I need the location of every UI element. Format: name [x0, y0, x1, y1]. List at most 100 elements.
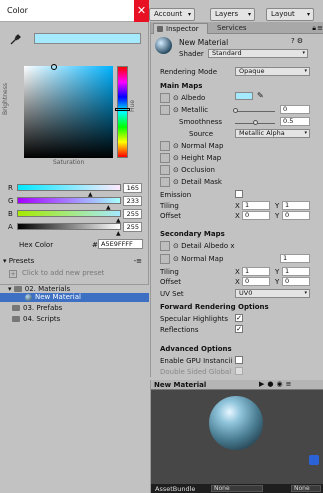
- tab-inspector[interactable]: Inspector: [153, 23, 208, 34]
- detail-mask-text: Detail Mask: [181, 178, 222, 186]
- assetbundle-variant-dropdown[interactable]: None: [291, 485, 321, 492]
- inspector-icon: [157, 26, 163, 32]
- assetbundle-bar: AssetBundle None None: [151, 484, 323, 493]
- green-slider[interactable]: [17, 197, 121, 204]
- add-preset-icon[interactable]: +: [9, 270, 17, 278]
- offset2-y-label: Y: [275, 278, 280, 286]
- saturation-brightness-field[interactable]: [24, 66, 113, 158]
- add-preset-text[interactable]: Click to add new preset: [22, 269, 104, 277]
- normal-map-label: ⊙ Normal Map: [173, 142, 224, 150]
- tiling-y-field[interactable]: 1: [282, 201, 310, 210]
- hue-marker[interactable]: [115, 108, 130, 111]
- smoothness-slider-knob[interactable]: [253, 120, 258, 125]
- sphere-icon[interactable]: ●: [267, 380, 276, 388]
- material-preview-sphere[interactable]: [209, 396, 263, 450]
- source-dropdown[interactable]: Metallic Alpha ▾: [235, 129, 310, 138]
- uv-set-value: UV0: [239, 289, 253, 297]
- detail-albedo-label: ⊙ Detail Albedo x: [173, 242, 235, 250]
- metallic-texture-slot[interactable]: [160, 105, 170, 115]
- caret-down-icon: ▾: [304, 68, 307, 74]
- offset-y-label: Y: [275, 212, 280, 220]
- hex-input[interactable]: A5E9FFFF: [98, 239, 143, 249]
- light-icon[interactable]: ◉: [277, 380, 286, 388]
- sv-cursor[interactable]: [51, 64, 57, 70]
- offset2-x-label: X: [235, 278, 240, 286]
- tiling2-x-label: X: [235, 268, 240, 276]
- assetbundle-name-dropdown[interactable]: None: [211, 485, 263, 492]
- height-map-slot[interactable]: [160, 153, 170, 163]
- blue-slider[interactable]: [17, 210, 121, 217]
- alpha-slider[interactable]: [17, 223, 121, 230]
- caret-down-icon: ▾: [304, 290, 307, 296]
- color-picker-titlebar: Color ✕: [0, 0, 149, 22]
- albedo-color-swatch[interactable]: [235, 92, 253, 100]
- presets-foldout[interactable]: ▾ Presets: [3, 257, 146, 265]
- tree-item-label: New Material: [35, 293, 81, 301]
- metallic-value[interactable]: 0: [280, 105, 310, 114]
- offset-label: Offset: [160, 212, 182, 220]
- material-preview-panel: New Material ▶●◉≡ AssetBundle None None: [150, 380, 323, 493]
- albedo-texture-slot[interactable]: [160, 93, 170, 103]
- detail-mask-slot[interactable]: [160, 177, 170, 187]
- green-value-field[interactable]: 233: [123, 196, 142, 206]
- offset-y-field[interactable]: 0: [282, 211, 310, 220]
- layers-dropdown[interactable]: Layers ▾: [210, 8, 255, 21]
- specular-highlights-checkbox[interactable]: ✓: [235, 314, 243, 322]
- offset-x-field[interactable]: 0: [242, 211, 270, 220]
- project-tree: ▾ 02. Materials New Material 03. Prefabs…: [0, 284, 149, 493]
- metallic-slider-knob[interactable]: [233, 108, 238, 113]
- panel-menu-icon[interactable]: ≡: [317, 24, 323, 32]
- uv-set-label: UV Set: [160, 290, 184, 298]
- tab-services[interactable]: Services: [217, 24, 247, 32]
- blue-label: B: [8, 210, 13, 218]
- tree-item-scripts[interactable]: 04. Scripts: [12, 315, 60, 324]
- tiling2-y-label: Y: [275, 268, 280, 276]
- red-value-field[interactable]: 165: [123, 183, 142, 193]
- red-label: R: [8, 184, 13, 192]
- presets-menu-button[interactable]: -≡: [134, 257, 142, 265]
- tree-item-prefabs[interactable]: 03. Prefabs: [12, 304, 62, 313]
- hue-slider[interactable]: [117, 66, 128, 158]
- tiling-x-field[interactable]: 1: [242, 201, 270, 210]
- shader-value: Standard: [212, 49, 242, 57]
- tree-item-new-material[interactable]: New Material: [0, 293, 149, 302]
- shader-dropdown[interactable]: Standard ▾: [208, 49, 308, 58]
- rendering-mode-label: Rendering Mode: [160, 68, 218, 76]
- red-slider[interactable]: [17, 184, 121, 191]
- metallic-slider[interactable]: [235, 111, 275, 112]
- preview-header: New Material ▶●◉≡: [151, 380, 323, 390]
- smoothness-value[interactable]: 0.5: [280, 117, 310, 126]
- detail-albedo-slot[interactable]: [160, 241, 170, 251]
- secondary-normal-scale[interactable]: 1: [280, 254, 310, 263]
- eyedropper-icon[interactable]: [9, 34, 21, 46]
- caret-down-icon: ▾: [247, 11, 251, 18]
- emission-checkbox[interactable]: [235, 190, 243, 198]
- color-preview-swatch: [34, 33, 141, 44]
- foldout-arrow-icon: ▾: [8, 285, 12, 293]
- tiling2-y-field[interactable]: 1: [282, 267, 310, 276]
- uv-set-dropdown[interactable]: UV0 ▾: [235, 289, 310, 298]
- gpu-instancing-checkbox[interactable]: [235, 356, 243, 364]
- hue-label: Hue: [129, 99, 136, 112]
- eyedropper-icon[interactable]: ✎: [257, 91, 264, 100]
- rendering-mode-dropdown[interactable]: Opaque ▾: [235, 67, 310, 76]
- alpha-slider-knob[interactable]: ▲: [116, 230, 121, 237]
- close-button[interactable]: ✕: [134, 0, 149, 22]
- alpha-value-field[interactable]: 255: [123, 222, 142, 232]
- tiling2-x-field[interactable]: 1: [242, 267, 270, 276]
- offset2-x-field[interactable]: 0: [242, 277, 270, 286]
- occlusion-slot[interactable]: [160, 165, 170, 175]
- folder-icon: [12, 316, 20, 322]
- lock-icon[interactable]: 🔒︎: [312, 24, 316, 33]
- reflections-checkbox[interactable]: ✓: [235, 325, 243, 333]
- settings-icon[interactable]: ⚙: [297, 37, 305, 45]
- secondary-normal-map-slot[interactable]: [160, 254, 170, 264]
- height-map-label: ⊙ Height Map: [173, 154, 222, 162]
- menu-icon[interactable]: ≡: [286, 380, 295, 388]
- account-dropdown[interactable]: Account ▾: [149, 8, 195, 21]
- layout-dropdown[interactable]: Layout ▾: [266, 8, 314, 21]
- offset2-y-field[interactable]: 0: [282, 277, 310, 286]
- blue-value-field[interactable]: 255: [123, 209, 142, 219]
- normal-map-slot[interactable]: [160, 141, 170, 151]
- offset2-label: Offset: [160, 278, 182, 286]
